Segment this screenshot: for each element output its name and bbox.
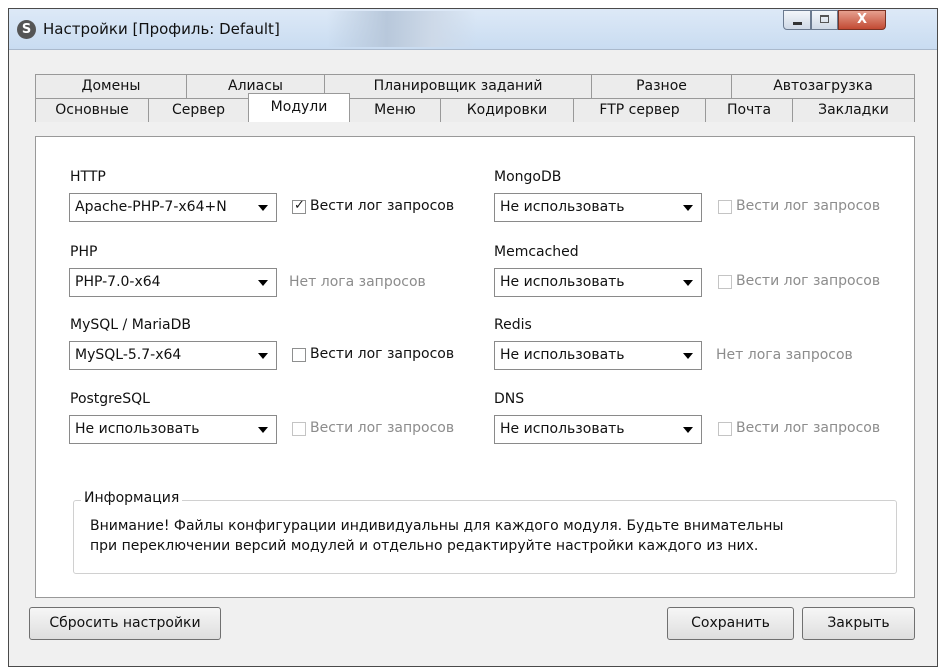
maximize-button[interactable] bbox=[811, 10, 838, 30]
mysql-select[interactable]: MySQL-5.7-x64 bbox=[69, 341, 277, 370]
mongodb-select[interactable]: Не использовать bbox=[494, 193, 702, 222]
info-message-line-2: при переключении версий модулей и отдель… bbox=[90, 538, 759, 554]
redis-no-log-text: Нет лога запросов bbox=[716, 347, 853, 363]
mysql-select-value: MySQL-5.7-x64 bbox=[75, 347, 182, 363]
tab-bookmarks[interactable]: Закладки bbox=[792, 98, 915, 122]
mongodb-log-checkbox bbox=[718, 200, 732, 214]
modules-panel: HTTP Apache-PHP-7-x64+N Вести лог запрос… bbox=[35, 136, 915, 598]
chevron-down-icon bbox=[258, 427, 268, 433]
tab-modules[interactable]: Модули bbox=[248, 93, 350, 122]
dns-label: DNS bbox=[494, 391, 525, 407]
dns-log-checkbox bbox=[718, 422, 732, 436]
tab-server[interactable]: Сервер bbox=[148, 98, 249, 122]
mongodb-label: MongoDB bbox=[494, 169, 562, 185]
chevron-down-icon bbox=[683, 280, 693, 286]
app-logo-icon: S bbox=[17, 20, 36, 39]
php-select-value: PHP-7.0-x64 bbox=[75, 274, 161, 290]
dns-select[interactable]: Не использовать bbox=[494, 415, 702, 444]
memcached-log-checkbox bbox=[718, 275, 732, 289]
tab-mail[interactable]: Почта bbox=[705, 98, 793, 122]
http-select[interactable]: Apache-PHP-7-x64+N bbox=[69, 193, 277, 222]
mongodb-select-value: Не использовать bbox=[500, 199, 625, 215]
chevron-down-icon bbox=[258, 280, 268, 286]
mongodb-log-label: Вести лог запросов bbox=[736, 198, 881, 214]
http-log-label[interactable]: Вести лог запросов bbox=[310, 198, 454, 214]
maximize-icon bbox=[820, 15, 829, 23]
tab-general[interactable]: Основные bbox=[35, 98, 149, 122]
chevron-down-icon bbox=[683, 205, 693, 211]
memcached-log-label: Вести лог запросов bbox=[736, 273, 881, 289]
php-no-log-text: Нет лога запросов bbox=[289, 274, 426, 290]
mysql-log-label[interactable]: Вести лог запросов bbox=[310, 346, 454, 362]
chevron-down-icon bbox=[683, 353, 693, 359]
redis-select-value: Не использовать bbox=[500, 347, 625, 363]
postgresql-select[interactable]: Не использовать bbox=[69, 415, 277, 444]
tab-menu[interactable]: Меню bbox=[349, 98, 441, 122]
postgresql-log-checkbox bbox=[292, 422, 306, 436]
chevron-down-icon bbox=[258, 205, 268, 211]
close-window-button[interactable]: X bbox=[838, 10, 886, 30]
postgresql-select-value: Не использовать bbox=[75, 421, 200, 437]
info-message: Внимание! Файлы конфигурации индивидуаль… bbox=[90, 516, 783, 556]
info-message-line-1: Внимание! Файлы конфигурации индивидуаль… bbox=[90, 518, 784, 534]
title-bar[interactable]: S Настройки [Профиль: Default] X bbox=[9, 9, 937, 50]
tab-scheduler[interactable]: Планировщик заданий bbox=[324, 74, 592, 98]
reset-settings-button[interactable]: Сбросить настройки bbox=[29, 607, 221, 640]
memcached-select[interactable]: Не использовать bbox=[494, 268, 702, 297]
postgresql-log-label: Вести лог запросов bbox=[310, 420, 455, 436]
window-title: Настройки [Профиль: Default] bbox=[43, 20, 280, 38]
mysql-label: MySQL / MariaDB bbox=[70, 317, 191, 333]
chevron-down-icon bbox=[258, 353, 268, 359]
redis-label: Redis bbox=[494, 317, 532, 333]
title-blur-region bbox=[327, 11, 477, 47]
close-button[interactable]: Закрыть bbox=[802, 607, 915, 640]
redis-select[interactable]: Не использовать bbox=[494, 341, 702, 370]
memcached-select-value: Не использовать bbox=[500, 274, 625, 290]
close-icon: X bbox=[856, 12, 868, 27]
http-select-value: Apache-PHP-7-x64+N bbox=[75, 199, 227, 215]
chevron-down-icon bbox=[683, 427, 693, 433]
minimize-icon bbox=[793, 22, 802, 25]
memcached-label: Memcached bbox=[494, 244, 579, 260]
postgresql-label: PostgreSQL bbox=[70, 391, 150, 407]
tab-encodings[interactable]: Кодировки bbox=[440, 98, 574, 122]
php-select[interactable]: PHP-7.0-x64 bbox=[69, 268, 277, 297]
php-label: PHP bbox=[70, 244, 98, 260]
tab-domains[interactable]: Домены bbox=[35, 74, 187, 98]
tab-autostart[interactable]: Автозагрузка bbox=[731, 74, 915, 98]
dns-log-label: Вести лог запросов bbox=[736, 420, 881, 436]
settings-window: S Настройки [Профиль: Default] X Домены … bbox=[8, 8, 938, 667]
dns-select-value: Не использовать bbox=[500, 421, 625, 437]
tab-ftp-server[interactable]: FTP сервер bbox=[573, 98, 706, 122]
mysql-log-checkbox[interactable] bbox=[292, 348, 306, 362]
save-button[interactable]: Сохранить bbox=[667, 607, 794, 640]
http-log-checkbox[interactable] bbox=[292, 198, 306, 214]
tab-misc[interactable]: Разное bbox=[591, 74, 732, 98]
minimize-button[interactable] bbox=[783, 10, 811, 30]
http-label: HTTP bbox=[70, 169, 106, 185]
info-groupbox-title: Информация bbox=[81, 490, 183, 506]
